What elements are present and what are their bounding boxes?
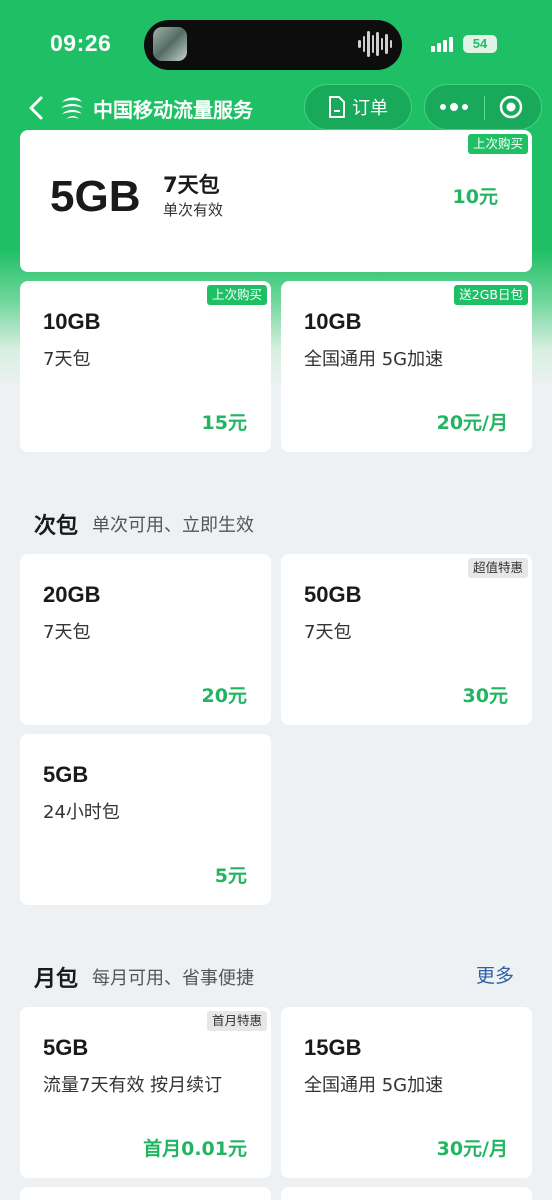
package-tag: 超值特惠 xyxy=(467,558,528,578)
more-link[interactable]: 更多 xyxy=(476,961,514,988)
package-card[interactable]: 超值特惠 50GB 7天包 30元 xyxy=(281,554,532,725)
package-size: 10GB xyxy=(304,309,362,334)
page-title: 中国移动流量服务 xyxy=(93,98,253,122)
close-mini-program-icon[interactable] xyxy=(499,95,523,119)
package-price: 15元 xyxy=(201,412,247,434)
package-card[interactable]: 15GB 全国通用 5G加速 30元/月 xyxy=(281,1007,532,1178)
package-size: 20GB xyxy=(43,582,101,607)
hero-data-size: 5GB xyxy=(50,172,141,221)
package-price: 30元 xyxy=(462,685,508,707)
package-size: 5GB xyxy=(43,1035,89,1060)
last-purchase-hero-card[interactable]: 上次购买 5GB 7天包 单次有效 10元 xyxy=(20,130,532,272)
package-description: 7天包 xyxy=(304,622,352,643)
now-playing-thumbnail xyxy=(153,27,187,61)
package-tag: 上次购买 xyxy=(206,285,267,305)
status-time: 09:26 xyxy=(50,30,112,56)
monthly-section-title: 月包 xyxy=(34,967,79,992)
orders-button[interactable]: 订单 xyxy=(304,84,412,130)
package-card-partial[interactable] xyxy=(281,1187,532,1200)
package-size: 15GB xyxy=(304,1035,362,1060)
battery-icon: 54 xyxy=(463,35,497,53)
package-size: 50GB xyxy=(304,582,362,607)
hero-validity: 单次有效 xyxy=(163,201,224,219)
package-card[interactable]: 上次购买 10GB 7天包 15元 xyxy=(20,281,271,452)
package-description: 7天包 xyxy=(43,622,91,643)
package-price: 20元 xyxy=(201,685,247,707)
package-card-partial[interactable] xyxy=(20,1187,271,1200)
package-card[interactable]: 20GB 7天包 20元 xyxy=(20,554,271,725)
package-card[interactable]: 送2GB日包 10GB 全国通用 5G加速 20元/月 xyxy=(281,281,532,452)
orders-label: 订单 xyxy=(352,98,388,119)
hero-price: 10元 xyxy=(452,186,498,208)
package-description: 流量7天有效 按月续订 xyxy=(43,1075,223,1096)
package-description: 全国通用 5G加速 xyxy=(304,349,444,370)
package-description: 7天包 xyxy=(43,349,91,370)
hero-package-name: 7天包 xyxy=(163,173,220,197)
package-description: 全国通用 5G加速 xyxy=(304,1075,444,1096)
monthly-section-subtitle: 每月可用、省事便捷 xyxy=(92,968,254,989)
back-arrow-icon[interactable] xyxy=(24,92,52,124)
single-section-subtitle: 单次可用、立即生效 xyxy=(92,515,254,536)
package-price: 5元 xyxy=(214,865,247,887)
package-description: 24小时包 xyxy=(43,802,120,823)
package-price: 20元/月 xyxy=(436,412,508,434)
china-mobile-logo-icon xyxy=(61,97,83,119)
single-section-title: 次包 xyxy=(34,514,79,539)
cellular-signal-icon xyxy=(431,36,453,52)
last-purchase-tag: 上次购买 xyxy=(467,134,528,154)
package-tag: 送2GB日包 xyxy=(454,285,528,305)
package-price: 首月0.01元 xyxy=(143,1138,247,1160)
document-icon xyxy=(329,96,345,118)
more-options-icon[interactable] xyxy=(430,86,478,128)
package-tag: 首月特惠 xyxy=(206,1011,267,1031)
package-size: 5GB xyxy=(43,762,89,787)
capsule-divider xyxy=(484,96,485,120)
audio-waveform-icon xyxy=(358,30,392,58)
package-price: 30元/月 xyxy=(436,1138,508,1160)
package-card[interactable]: 5GB 24小时包 5元 xyxy=(20,734,271,905)
package-card[interactable]: 首月特惠 5GB 流量7天有效 按月续订 首月0.01元 xyxy=(20,1007,271,1178)
package-size: 10GB xyxy=(43,309,101,334)
